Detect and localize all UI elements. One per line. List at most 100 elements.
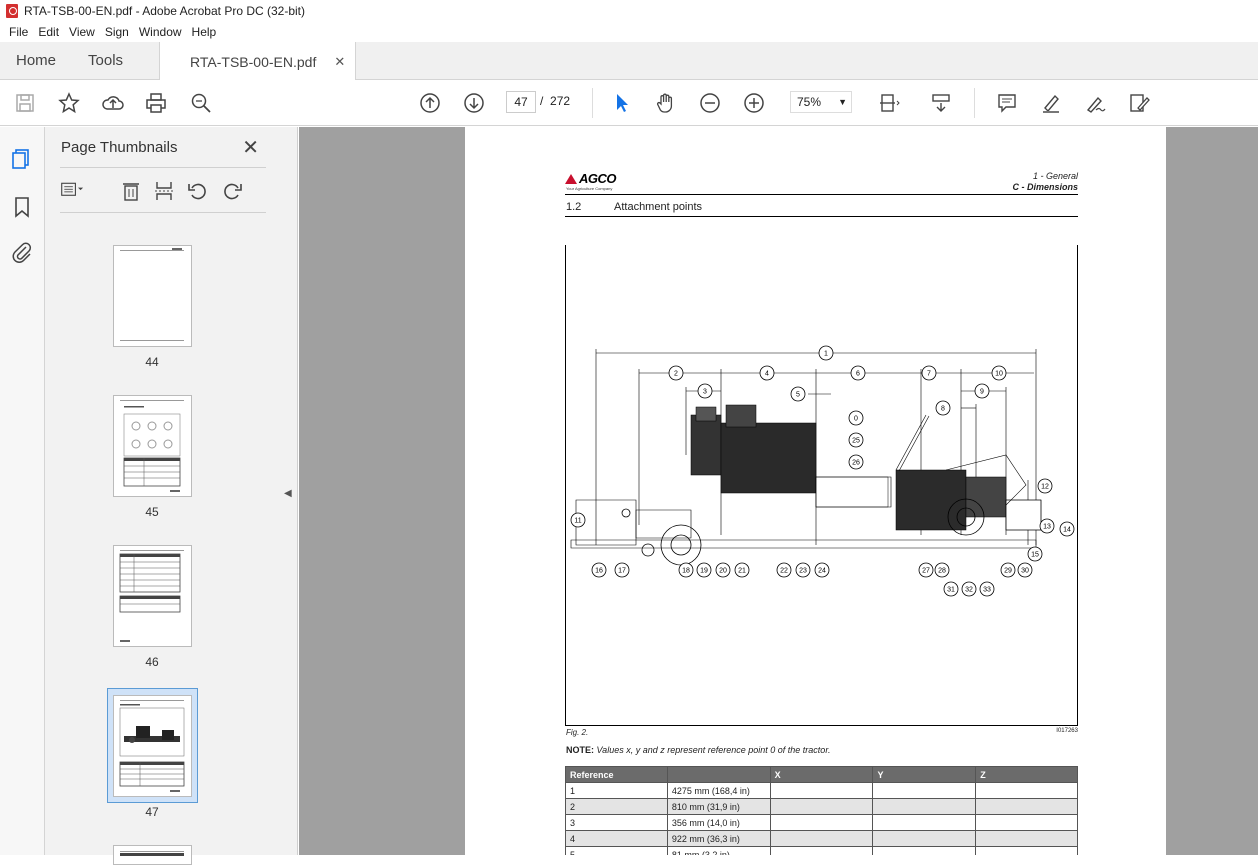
page-thumbnail-48[interactable] [113,845,192,865]
print-icon[interactable] [143,90,169,116]
menu-sign[interactable]: Sign [100,25,134,39]
table-cell: 356 mm (14,0 in) [666,814,771,831]
callout-number: 33 [983,587,991,594]
sign-icon[interactable] [1082,90,1108,116]
table-cell [769,782,874,799]
menu-file[interactable]: File [4,25,33,39]
callout-number: 22 [780,568,788,575]
next-page-icon[interactable] [461,90,487,116]
previous-page-icon[interactable] [417,90,443,116]
callout-number: 25 [852,438,860,445]
callout-number: 26 [852,460,860,467]
tab-home[interactable]: Home [0,42,72,80]
callout-number: 32 [965,587,973,594]
rotate-left-icon[interactable] [186,179,210,203]
menu-window[interactable]: Window [134,25,187,39]
section-rule [565,216,1078,217]
callout-number: 20 [719,568,727,575]
page-thumbnails-panel: Page Thumbnails ✕ 44 45 46 47 [45,127,314,865]
callout-number: 17 [618,568,626,575]
note-text: Values x, y and z represent reference po… [596,745,831,755]
tab-document[interactable]: RTA-TSB-00-EN.pdf ✕ [159,42,357,81]
menu-bar: File Edit View Sign Window Help [0,22,1258,42]
tab-tools[interactable]: Tools [72,42,139,80]
table-cell: 4 [565,830,668,847]
chapter-label: 1 - General [1032,171,1078,181]
zoom-search-icon[interactable] [188,90,214,116]
rotate-right-icon[interactable] [220,179,244,203]
zoom-out-icon[interactable] [697,90,723,116]
fill-sign-icon[interactable] [1126,90,1152,116]
bookmark-star-icon[interactable] [56,90,82,116]
panel-divider [60,212,266,213]
thumbnail-label: 44 [145,355,159,369]
panel-toolbar [60,179,270,205]
tab-document-label: RTA-TSB-00-EN.pdf [190,53,317,70]
close-panel-icon[interactable]: ✕ [242,135,259,160]
hand-tool-icon[interactable] [653,90,679,116]
comment-icon[interactable] [994,90,1020,116]
table-row: 5 81 mm (3,2 in) [565,846,1078,855]
thumbnail-label: 47 [145,805,159,819]
scroll-mode-icon[interactable] [928,90,954,116]
callout-number: 12 [1041,484,1049,491]
callout-number: 8 [941,406,945,413]
reference-table: Reference X Y Z 1 4275 mm (168,4 in) 2 8… [565,766,1078,855]
callout-number: 28 [938,568,946,575]
thumbnail-options-icon[interactable] [60,179,84,203]
acrobat-icon [6,4,18,18]
chevron-down-icon: ▼ [838,97,847,107]
tractor-diagram: 0123456 78910111213 141516 17 18 19 20 21 22 23 24… [570,345,1075,597]
callout-number: 21 [738,568,746,575]
bookmark-icon[interactable] [10,195,34,219]
table-cell [975,830,1078,847]
callout-number: 19 [700,568,708,575]
table-cell [975,814,1078,831]
zoom-level-value: 75% [797,95,822,109]
save-icon[interactable] [12,90,38,116]
agco-triangle-icon [565,174,577,184]
callout-number: 31 [947,587,955,594]
delete-page-icon[interactable] [119,179,143,203]
menu-help[interactable]: Help [187,25,222,39]
table-cell: 810 mm (31,9 in) [666,798,771,815]
page-thumbnail-46[interactable] [113,545,192,647]
table-cell [769,798,874,815]
table-cell [872,798,977,815]
document-viewer[interactable]: AGCO Your Agriculture Company 1 - Genera… [299,127,1258,855]
select-cursor-icon[interactable] [609,90,635,116]
column-header [666,766,771,783]
table-header-row: Reference X Y Z [565,766,1078,783]
callout-number: 30 [1021,568,1029,575]
highlight-pen-icon[interactable] [1038,90,1064,116]
page-thumbnail-45[interactable] [113,395,192,497]
table-cell: 2 [565,798,668,815]
main-toolbar: 47 / 272 75% ▼ [0,80,1258,126]
column-header: Z [975,766,1078,783]
menu-view[interactable]: View [64,25,100,39]
zoom-in-icon[interactable] [741,90,767,116]
agco-logo: AGCO [565,171,617,186]
figure-code: I017263 [1056,728,1078,734]
cloud-upload-icon[interactable] [100,90,126,116]
close-tab-icon[interactable]: ✕ [334,43,345,81]
callout-number: 18 [682,568,690,575]
callout-number: 10 [995,371,1003,378]
callout-number: 6 [856,371,860,378]
page-number-input[interactable]: 47 [506,91,536,113]
section-number: 1.2 [566,201,582,213]
menu-edit[interactable]: Edit [33,25,64,39]
zoom-level-select[interactable]: 75% ▼ [790,91,852,113]
page-thumbnail-47[interactable] [113,695,192,797]
extract-page-icon[interactable] [152,179,176,203]
page-thumbnail-44[interactable] [113,245,192,347]
table-cell [872,814,977,831]
page-thumbnails-icon[interactable] [10,147,34,171]
callout-number: 13 [1043,524,1051,531]
callout-number: 1 [824,351,828,358]
attachment-icon[interactable] [10,240,34,264]
collapse-panel-icon[interactable]: ◀ [284,488,292,499]
page-total: 272 [550,94,571,108]
column-header: X [769,766,874,783]
page-fit-icon[interactable] [876,90,902,116]
